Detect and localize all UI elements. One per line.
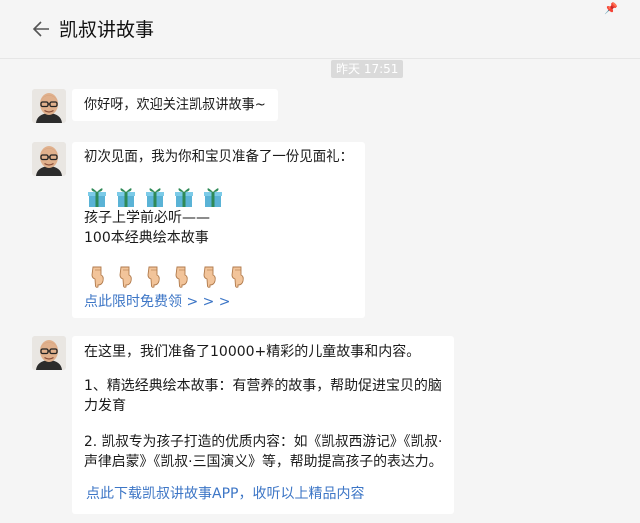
message-text: 100本经典绘本故事: [84, 230, 209, 246]
message-text: 2. 凯叔专为孩子打造的优质内容：如《凯叔西游记》《凯叔·: [84, 434, 443, 450]
message-bubble: 在这里，我们准备了10000+精彩的儿童故事和内容。 1、精选经典绘本故事：有营…: [72, 336, 454, 514]
avatar[interactable]: [32, 336, 66, 370]
message-bubble: 你好呀，欢迎关注凯叔讲故事~: [72, 89, 278, 121]
message-text: 声律启蒙》《凯叔·三国演义》等，帮助提高孩子的表达力。: [84, 454, 443, 470]
pointing-emoji-row: [87, 264, 247, 290]
gift-icon: [145, 186, 165, 208]
message-bubble: 初次见面，我为你和宝贝准备了一份见面礼： 孩子上学前必听—— 100本经典绘本故…: [72, 142, 365, 318]
chat-header: 凯叔讲故事 📌: [0, 0, 640, 59]
gift-icon: [174, 186, 194, 208]
message-text: 初次见面，我为你和宝贝准备了一份见面礼：: [84, 149, 354, 165]
gift-emoji-row: [87, 184, 223, 210]
pin-icon[interactable]: 📌: [604, 2, 618, 15]
free-claim-link[interactable]: 点此限时免费领 > > >: [84, 292, 231, 312]
message-text: 孩子上学前必听——: [84, 210, 210, 226]
avatar[interactable]: [32, 89, 66, 123]
pointing-down-icon: [143, 266, 163, 288]
pointing-down-icon: [87, 266, 107, 288]
pointing-down-icon: [227, 266, 247, 288]
arrow-left-icon[interactable]: [32, 20, 50, 38]
gift-icon: [87, 186, 107, 208]
chat-title: 凯叔讲故事: [59, 19, 155, 41]
pointing-down-icon: [171, 266, 191, 288]
download-app-link[interactable]: 点此下载凯叔讲故事APP，收听以上精品内容: [86, 484, 364, 504]
gift-icon: [203, 186, 223, 208]
pointing-down-icon: [115, 266, 135, 288]
message-text: 你好呀，欢迎关注凯叔讲故事~: [84, 97, 266, 113]
message-text: 力发育: [84, 398, 126, 414]
message-text: 在这里，我们准备了10000+精彩的儿童故事和内容。: [84, 344, 421, 360]
message-text: 1、精选经典绘本故事：有营养的故事，帮助促进宝贝的脑: [84, 378, 442, 394]
message-timestamp: 昨天 17:51: [331, 60, 404, 78]
pointing-down-icon: [199, 266, 219, 288]
avatar[interactable]: [32, 142, 66, 176]
gift-icon: [116, 186, 136, 208]
